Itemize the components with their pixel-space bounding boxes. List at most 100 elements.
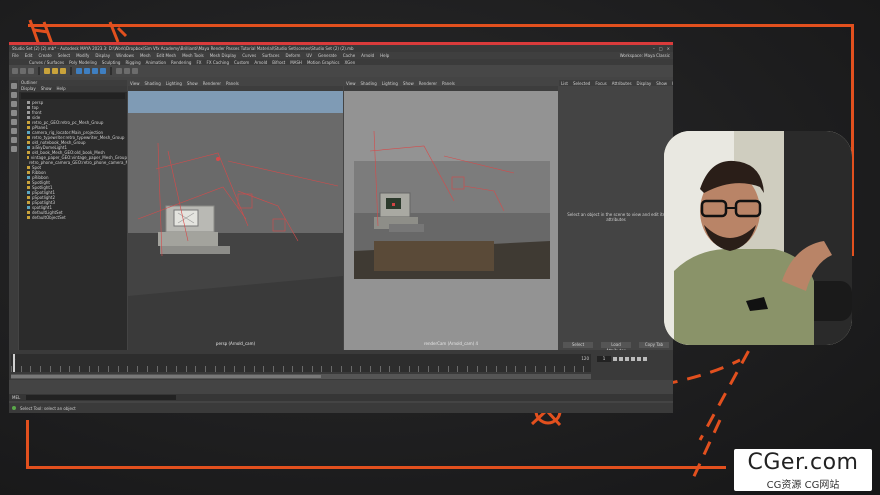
shelf-tab[interactable]: XGen — [344, 60, 355, 65]
viewport-menu-item[interactable]: View — [130, 81, 140, 86]
step-back-icon[interactable] — [619, 357, 623, 361]
viewport-menu-item[interactable]: Lighting — [166, 81, 182, 86]
new-scene-icon[interactable] — [12, 68, 18, 74]
shelf-tab[interactable]: FX — [196, 60, 201, 65]
menu-item[interactable]: Edit — [25, 53, 33, 58]
go-to-end-icon[interactable] — [643, 357, 647, 361]
timeline-ticks[interactable]: 1 120 — [11, 354, 591, 372]
outliner-row[interactable]: defaultObjectSet — [19, 215, 127, 220]
shelf-tab[interactable]: MASH — [290, 60, 302, 65]
snap-grid-icon[interactable] — [76, 68, 82, 74]
menu-item[interactable]: UV — [306, 53, 312, 58]
menu-item[interactable]: File — [12, 53, 19, 58]
save-scene-icon[interactable] — [28, 68, 34, 74]
menu-item[interactable]: Arnold — [361, 53, 374, 58]
attribute-editor-button[interactable]: Load Attributes — [601, 342, 631, 353]
layout-four-icon[interactable] — [10, 137, 17, 143]
command-language-label[interactable]: MEL — [12, 395, 20, 400]
workspace-selector[interactable]: Workspace: Maya Classic — [620, 53, 670, 58]
menu-item[interactable]: Cache — [343, 53, 355, 58]
perspective-viewport[interactable]: View Shading Lighting Show Renderer Panels — [128, 80, 343, 350]
rotate-tool-icon[interactable] — [10, 110, 17, 116]
shelf-tab[interactable]: Arnold — [254, 60, 267, 65]
ipr-render-icon[interactable] — [124, 68, 130, 74]
shelf-tab[interactable]: Animation — [146, 60, 166, 65]
open-scene-icon[interactable] — [20, 68, 26, 74]
shelf-tab[interactable]: Sculpting — [102, 60, 121, 65]
menu-item[interactable]: Help — [380, 53, 389, 58]
close-icon[interactable]: × — [667, 46, 670, 51]
lasso-icon[interactable] — [52, 68, 58, 74]
outliner-menu-item[interactable]: Help — [57, 86, 66, 92]
layout-two-icon[interactable] — [10, 146, 17, 152]
menu-item[interactable]: Modify — [76, 53, 89, 58]
attribute-editor-tab[interactable]: List — [561, 81, 568, 86]
attribute-editor-tab[interactable]: Selected — [573, 81, 590, 86]
menu-item[interactable]: Mesh — [140, 53, 151, 58]
attribute-editor-button[interactable]: Copy Tab — [639, 342, 669, 348]
go-to-start-icon[interactable] — [613, 357, 617, 361]
menu-item[interactable]: Display — [95, 53, 110, 58]
select-icon[interactable] — [44, 68, 50, 74]
shelf-tab[interactable]: Motion Graphics — [307, 60, 340, 65]
render-settings-icon[interactable] — [132, 68, 138, 74]
attribute-editor-tab[interactable]: Help — [672, 81, 673, 86]
current-frame-field[interactable]: 1 — [597, 356, 611, 362]
attribute-editor-tab[interactable]: Focus — [595, 81, 606, 86]
layout-single-icon[interactable] — [10, 128, 17, 134]
shelf-tab[interactable]: Rigging — [125, 60, 140, 65]
render-viewport[interactable]: View Shading Lighting Show Renderer Panels re… — [344, 80, 558, 350]
shelf-tab[interactable]: Poly Modeling — [69, 60, 97, 65]
attribute-editor-tab[interactable]: Attributes — [612, 81, 632, 86]
move-tool-icon[interactable] — [10, 101, 17, 107]
play-forward-icon[interactable] — [631, 357, 635, 361]
select-tool-icon[interactable] — [10, 83, 17, 89]
menu-item[interactable]: Mesh Display — [210, 53, 237, 58]
render-icon[interactable] — [116, 68, 122, 74]
attribute-editor-button[interactable]: Select — [563, 342, 593, 348]
attribute-editor-tab[interactable]: Show — [656, 81, 667, 86]
viewport-menu-item[interactable]: Show — [403, 81, 414, 86]
shelf-tab[interactable]: Curves / Surfaces — [29, 60, 64, 65]
shelf-tab[interactable]: Custom — [234, 60, 249, 65]
menu-item[interactable]: Deform — [285, 53, 300, 58]
outliner-menu-item[interactable]: Display — [21, 86, 36, 92]
shelf-tab[interactable]: Rendering — [171, 60, 191, 65]
viewport-menu-item[interactable]: Lighting — [382, 81, 398, 86]
minimize-icon[interactable]: – — [653, 46, 655, 51]
viewport-menu-item[interactable]: Shading — [361, 81, 377, 86]
viewport-menu-item[interactable]: Renderer — [419, 81, 437, 86]
snap-curve-icon[interactable] — [84, 68, 90, 74]
maximize-icon[interactable]: □ — [659, 46, 663, 51]
menu-item[interactable]: Create — [38, 53, 51, 58]
outliner-search-input[interactable] — [21, 93, 125, 99]
menu-item[interactable]: Windows — [116, 53, 134, 58]
lasso-tool-icon[interactable] — [10, 92, 17, 98]
menu-item[interactable]: Mesh Tools — [182, 53, 204, 58]
snap-surface-icon[interactable] — [100, 68, 106, 74]
menu-item[interactable]: Surfaces — [262, 53, 279, 58]
menu-item[interactable]: Edit Mesh — [157, 53, 177, 58]
time-slider[interactable]: 1 120 1 — [9, 350, 673, 380]
paint-select-icon[interactable] — [60, 68, 66, 74]
command-input[interactable] — [26, 395, 177, 400]
range-slider[interactable] — [11, 374, 591, 379]
viewport-menu-item[interactable]: Panels — [442, 81, 455, 86]
snap-point-icon[interactable] — [92, 68, 98, 74]
shelf-tab[interactable]: FX Caching — [207, 60, 229, 65]
play-back-icon[interactable] — [625, 357, 629, 361]
menu-item[interactable]: Curves — [242, 53, 256, 58]
menu-item[interactable]: Select — [58, 53, 70, 58]
viewport-menu-item[interactable]: View — [346, 81, 356, 86]
viewport-menu-item[interactable]: Shading — [145, 81, 161, 86]
viewport-menu-item[interactable]: Panels — [226, 81, 239, 86]
attribute-editor-tab[interactable]: Display — [637, 81, 652, 86]
outliner-menu-item[interactable]: Show — [41, 86, 52, 92]
viewport-menu-item[interactable]: Renderer — [203, 81, 221, 86]
range-slider-bar[interactable] — [11, 375, 321, 378]
step-forward-icon[interactable] — [637, 357, 641, 361]
scale-tool-icon[interactable] — [10, 119, 17, 125]
menu-item[interactable]: Generate — [318, 53, 337, 58]
shelf-tab[interactable]: Bifrost — [272, 60, 285, 65]
viewport-menu-item[interactable]: Show — [187, 81, 198, 86]
